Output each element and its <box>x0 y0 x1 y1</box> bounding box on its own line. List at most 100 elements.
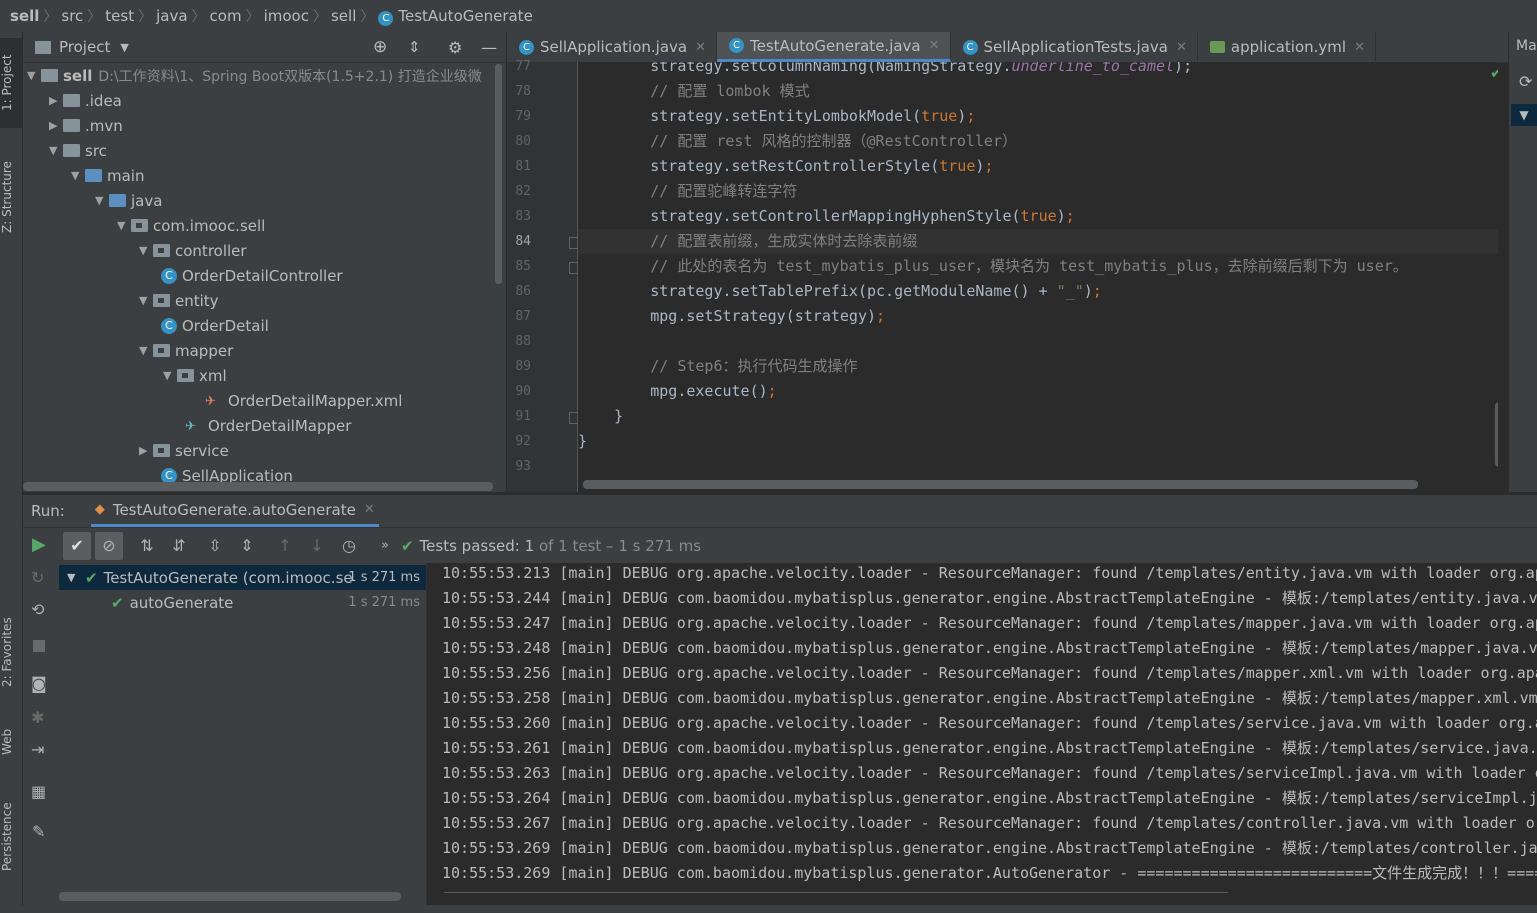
console-horizontal-scrollbar[interactable] <box>442 892 1230 893</box>
editor-tab[interactable]: C SellApplicationTests.java ✕ <box>951 32 1198 62</box>
previous-failed-icon[interactable]: ↑ <box>271 532 299 560</box>
expand-arrow-icon[interactable]: ▶ <box>49 94 63 107</box>
rerun-failed-icon[interactable]: ↻ <box>31 568 44 587</box>
locate-icon[interactable]: ⊕ <box>373 37 387 57</box>
tree-node[interactable]: ▶ .mvn <box>49 113 123 138</box>
persistence-tool-tab[interactable]: Persistence <box>0 792 22 882</box>
editor-tab[interactable]: C TestAutoGenerate.java ✕ <box>717 32 951 62</box>
test-suite-row[interactable]: ▼ ✔ TestAutoGenerate (com.imooc.se 1 s 2… <box>59 565 426 590</box>
pass-check-icon: ✔ <box>111 593 124 612</box>
tree-node-label: OrderDetailController <box>182 266 343 285</box>
close-icon[interactable]: ✕ <box>1176 40 1187 55</box>
sort-alphabetically-icon[interactable]: ⇅ <box>133 532 161 560</box>
console-output[interactable]: 10:55:53.213 [main] DEBUG org.apache.vel… <box>427 563 1537 893</box>
breadcrumb-separator: 〉 <box>43 9 58 25</box>
breadcrumb-java[interactable]: java <box>152 7 191 25</box>
tree-node[interactable]: ▶ .idea <box>49 88 122 113</box>
tree-node[interactable]: ▼ xml <box>163 363 227 388</box>
breadcrumb-separator: 〉 <box>138 9 153 25</box>
hide-panel-icon[interactable]: — <box>481 38 497 57</box>
expand-arrow-icon[interactable]: ▼ <box>27 69 41 82</box>
expand-arrow-icon[interactable]: ▶ <box>49 119 63 132</box>
close-icon[interactable]: ✕ <box>695 40 706 55</box>
sort-by-duration-icon[interactable]: ⇵ <box>165 532 193 560</box>
editor-vertical-scrollbar[interactable] <box>1495 402 1498 467</box>
breadcrumb-src[interactable]: src <box>57 7 87 25</box>
expand-arrow-icon[interactable]: ▼ <box>139 294 153 307</box>
structure-tool-tab[interactable]: Z: Structure <box>0 142 22 252</box>
chevron-down-icon[interactable]: ▼ <box>120 41 128 54</box>
package-icon <box>153 244 170 257</box>
breadcrumb-sell[interactable]: sell <box>0 7 43 25</box>
camera-icon[interactable]: ◙ <box>31 674 47 693</box>
test-history-icon[interactable]: ◷ <box>335 532 363 560</box>
tree-node[interactable]: ✈ OrderDetailMapper <box>185 413 351 438</box>
tree-node-label: OrderDetail <box>182 316 269 335</box>
tree-node[interactable]: ▶ service <box>139 438 229 463</box>
expand-arrow-icon[interactable]: ▼ <box>163 369 177 382</box>
expand-all-icon[interactable]: ⇳ <box>201 532 229 560</box>
editor-tab[interactable]: C SellApplication.java ✕ <box>507 32 717 62</box>
breadcrumb-imooc[interactable]: imooc <box>260 7 313 25</box>
expand-arrow-icon[interactable]: ▼ <box>95 194 109 207</box>
tree-node[interactable]: ▼ com.imooc.sell <box>117 213 265 238</box>
expand-arrow-icon[interactable]: ▼ <box>139 244 153 257</box>
web-tool-tab[interactable]: Web <box>0 722 22 762</box>
package-icon <box>177 369 194 382</box>
tree-node-root[interactable]: ▼ sell D:\工作资料\1、Spring Boot双版本(1.5+2.1)… <box>27 63 482 88</box>
tree-node[interactable]: C OrderDetail <box>161 313 269 338</box>
collapse-all-icon[interactable]: ⇕ <box>408 38 421 56</box>
tree-node[interactable]: ▼ java <box>95 188 162 213</box>
expand-arrow-icon[interactable]: ▼ <box>117 219 131 232</box>
breadcrumb-class[interactable]: C TestAutoGenerate <box>374 7 536 26</box>
project-view-selector[interactable]: Project <box>59 38 110 56</box>
close-icon[interactable]: ✕ <box>929 38 940 53</box>
next-failed-icon[interactable]: ↓ <box>303 532 331 560</box>
gear-icon[interactable]: ⚙ <box>448 38 462 57</box>
editor-horizontal-scrollbar[interactable] <box>583 480 1418 489</box>
expand-arrow-icon[interactable]: ▶ <box>139 444 153 457</box>
editor-tab[interactable]: application.yml ✕ <box>1198 32 1376 62</box>
project-horizontal-scrollbar[interactable] <box>23 482 493 491</box>
test-tree-horizontal-scrollbar[interactable] <box>59 892 401 901</box>
favorites-tool-tab[interactable]: 2: Favorites <box>0 602 22 702</box>
maven-tool-tab[interactable]: Ma <box>1516 38 1537 54</box>
close-icon[interactable]: ✕ <box>1354 40 1365 55</box>
bug-icon[interactable]: ✱ <box>31 708 44 727</box>
code-line-87: mpg.setStrategy(strategy); <box>578 307 886 325</box>
tree-node[interactable]: C OrderDetailController <box>161 263 343 288</box>
collapse-all-icon[interactable]: ⇕ <box>233 532 261 560</box>
project-tool-tab[interactable]: 1: Project <box>0 38 22 128</box>
rerun-icon[interactable]: ▶ <box>32 534 46 555</box>
layout-icon[interactable]: ▦ <box>31 782 46 801</box>
refresh-icon[interactable]: ⟳ <box>1519 72 1532 91</box>
left-tool-strip: 1: Project Z: Structure 2: Favorites Web… <box>0 32 23 913</box>
expand-arrow-icon[interactable]: ▼ <box>71 169 85 182</box>
show-ignored-icon[interactable]: ⊘ <box>95 531 123 560</box>
show-passed-icon[interactable]: ✔ <box>63 531 91 560</box>
toggle-auto-test-icon[interactable]: ⟲ <box>31 600 44 619</box>
tree-node[interactable]: ▼ src <box>49 138 107 163</box>
run-config-tab[interactable]: ◆ TestAutoGenerate.autoGenerate ✕ <box>90 495 379 527</box>
tree-node[interactable]: ✈ OrderDetailMapper.xml <box>205 388 402 413</box>
expand-arrow-icon[interactable]: ▼ <box>139 344 153 357</box>
breadcrumb-test[interactable]: test <box>101 7 138 25</box>
expand-arrow-icon[interactable]: ▼ <box>67 571 85 584</box>
breadcrumb-com[interactable]: com <box>206 7 246 25</box>
inspection-ok-icon[interactable]: ✔ <box>1490 64 1498 82</box>
pin-icon[interactable]: ✎ <box>32 822 45 841</box>
tree-node[interactable]: ▼ entity <box>139 288 219 313</box>
more-icon[interactable]: » <box>381 538 389 553</box>
expand-arrow-icon[interactable]: ▼ <box>1511 104 1537 126</box>
tree-node[interactable]: ▼ controller <box>139 238 247 263</box>
code-editor[interactable]: strategy.setColumnNaming(NamingStrategy.… <box>578 62 1498 492</box>
project-vertical-scrollbar[interactable] <box>495 64 502 284</box>
breadcrumb-sell-pkg[interactable]: sell <box>327 7 360 25</box>
exit-icon[interactable]: ⇥ <box>31 740 44 759</box>
test-case-row[interactable]: ✔ autoGenerate 1 s 271 ms <box>59 590 426 615</box>
expand-arrow-icon[interactable]: ▼ <box>49 144 63 157</box>
tree-node[interactable]: ▼ main <box>71 163 144 188</box>
close-icon[interactable]: ✕ <box>364 502 375 517</box>
stop-icon[interactable] <box>33 640 45 652</box>
tree-node[interactable]: ▼ mapper <box>139 338 233 363</box>
